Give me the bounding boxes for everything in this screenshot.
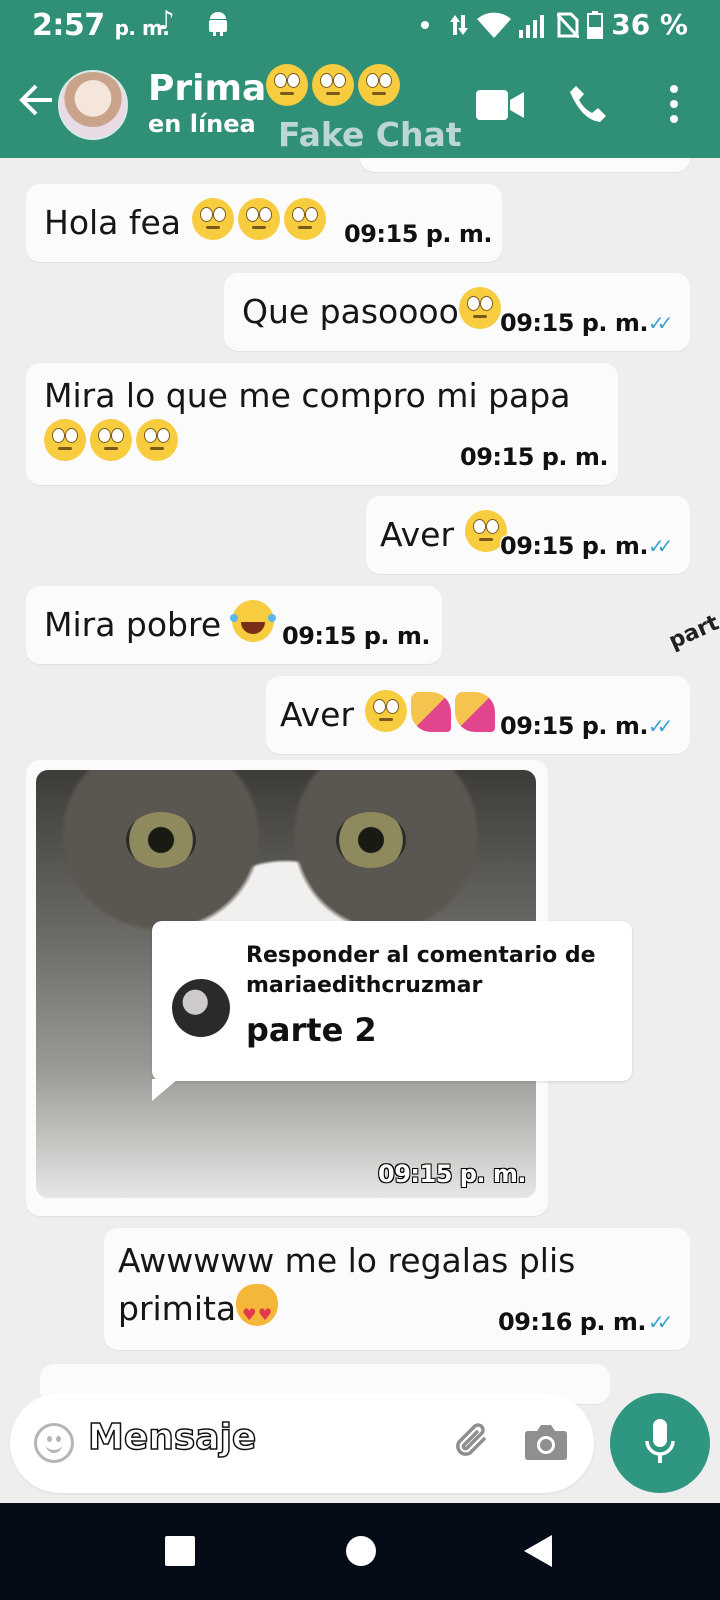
voice-call-icon[interactable] [568, 84, 608, 124]
microphone-icon [645, 1419, 675, 1463]
cat-eye [126, 812, 196, 868]
battery-icon [587, 10, 604, 39]
status-right: 36 % [421, 8, 688, 41]
eye-roll-emoji [283, 198, 326, 240]
no-sim-icon [557, 12, 580, 38]
battery-level: 36 % [611, 8, 688, 41]
eye-roll-emoji [358, 64, 401, 106]
tiktok-icon: ♪ [158, 6, 175, 36]
contact-status: en línea [148, 110, 256, 138]
signal-icon [519, 14, 545, 38]
nail-polish-emoji [454, 692, 495, 732]
back-arrow-icon[interactable] [16, 80, 56, 120]
data-arrows-icon [450, 14, 469, 35]
camera-icon[interactable] [524, 1423, 568, 1461]
video-call-icon[interactable] [476, 88, 526, 122]
message-time: 09:15 p. m. [344, 220, 493, 248]
message-bubble-outgoing[interactable]: Que pasoooo 09:15 p. m. ✓✓ [224, 273, 690, 351]
message-bubble-outgoing[interactable]: Aver 09:15 p. m. ✓✓ [366, 496, 690, 574]
eye-roll-emoji [237, 198, 280, 240]
message-bubble-incoming[interactable]: Mira lo que me compro mi papa 09:15 p. m… [26, 363, 618, 485]
message-time: 09:15 p. m. [460, 443, 609, 471]
more-options-icon[interactable] [668, 84, 680, 124]
heart-eyes-cat-emoji [236, 1284, 279, 1338]
cat-eye [336, 812, 406, 868]
reply-text: parte 2 [246, 1011, 377, 1049]
message-bubble-partial[interactable] [360, 158, 690, 172]
message-time: 09:15 p. m. [378, 1160, 527, 1188]
message-time: 09:15 p. m. [500, 712, 649, 740]
message-time: 09:16 p. m. [498, 1308, 647, 1336]
read-ticks-icon: ✓✓ [648, 534, 673, 558]
eye-roll-emoji [458, 287, 501, 329]
commenter-avatar [172, 979, 230, 1037]
back-button[interactable] [524, 1535, 552, 1567]
message-input[interactable]: Mensaje [87, 1416, 257, 1459]
contact-name[interactable]: Prima [148, 64, 404, 109]
eye-roll-emoji [136, 419, 178, 461]
eye-roll-emoji [312, 64, 355, 106]
status-time: 2:57 p. m. [32, 8, 170, 43]
message-bubble-incoming[interactable]: Hola fea 09:15 p. m. [26, 184, 502, 262]
eye-roll-emoji [266, 64, 309, 106]
status-bar: 2:57 p. m. ♪ 36 % [0, 0, 720, 50]
read-ticks-icon: ✓✓ [648, 714, 673, 738]
message-text: Que pasoooo [242, 287, 505, 335]
wifi-icon [477, 12, 512, 38]
side-caption: part [665, 610, 720, 655]
message-text: Hola fea [44, 198, 330, 246]
message-bubble-outgoing[interactable]: Aver 09:15 p. m. ✓✓ [266, 676, 690, 754]
eye-roll-emoji [44, 419, 86, 461]
message-text: Aver [280, 690, 499, 738]
eye-roll-emoji [364, 690, 407, 732]
read-ticks-icon: ✓✓ [648, 311, 673, 335]
app-bar: Prima en línea Fake Chat [0, 58, 720, 158]
contact-avatar[interactable] [58, 70, 128, 140]
message-time: 09:15 p. m. [500, 309, 649, 337]
android-icon [209, 12, 227, 36]
message-bubble-incoming[interactable]: Mira pobre 09:15 p. m. [26, 586, 442, 664]
fake-chat-watermark: Fake Chat [278, 115, 462, 154]
emoji-icon[interactable] [34, 1423, 74, 1463]
chat-area[interactable]: Hola fea 09:15 p. m. Que pasoooo 09:15 p… [0, 158, 720, 1503]
recents-button[interactable] [165, 1536, 195, 1566]
mic-button[interactable] [610, 1393, 710, 1493]
message-time: 09:15 p. m. [282, 622, 431, 650]
eye-roll-emoji [90, 419, 132, 461]
message-time: 09:15 p. m. [500, 532, 649, 560]
reply-comment-card: Responder al comentario de mariaedithcru… [152, 921, 632, 1101]
home-button[interactable] [346, 1536, 376, 1566]
message-bubble-outgoing[interactable]: Awwwww me lo regalas plis primita 09:16 … [104, 1228, 690, 1350]
eye-roll-emoji [191, 198, 234, 240]
laughing-emoji [229, 600, 276, 642]
attach-icon[interactable] [450, 1419, 496, 1465]
message-text: Mira pobre [44, 600, 278, 648]
read-ticks-icon: ✓✓ [648, 1310, 673, 1334]
message-text: Aver [380, 510, 511, 558]
reply-title: Responder al comentario de mariaedithcru… [246, 943, 596, 998]
notification-dot [421, 20, 430, 29]
system-nav-bar [0, 1503, 720, 1600]
chat-header: 2:57 p. m. ♪ 36 % Prima en línea Fake Ch… [0, 0, 720, 158]
nail-polish-emoji [410, 692, 451, 732]
message-input-bar[interactable]: Mensaje [10, 1393, 594, 1493]
